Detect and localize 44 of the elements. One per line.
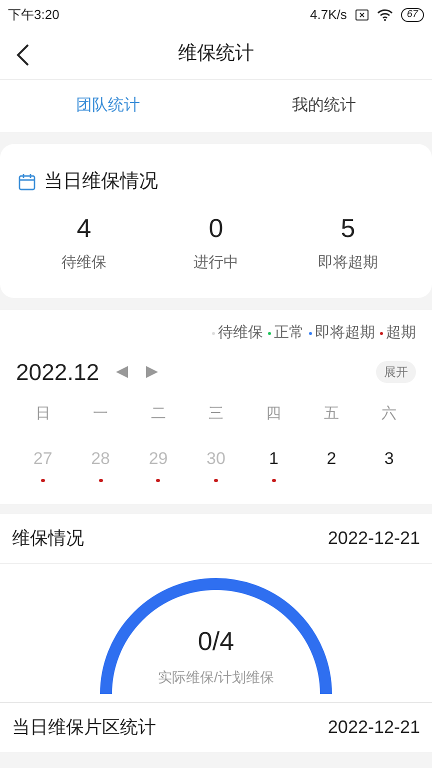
right-triangle-icon (145, 364, 160, 379)
stat-label: 即将超期 (318, 252, 378, 272)
month-label: 2022.12 (16, 358, 100, 386)
next-month-button[interactable] (145, 364, 160, 379)
back-button[interactable] (16, 43, 30, 67)
weekday-label: 一 (92, 404, 110, 424)
calendar-day[interactable]: 2 (326, 446, 336, 471)
weekday-label: 六 (380, 404, 398, 424)
wifi-icon (376, 9, 393, 21)
weekday-label: 日 (34, 404, 52, 424)
stat-value: 5 (340, 212, 356, 244)
stat-value: 0 (208, 212, 224, 244)
card-title: 当日维保情况 (44, 170, 158, 194)
section-date: 2022-12-21 (328, 716, 420, 738)
weekday-label: 二 (150, 404, 167, 424)
legend-label: 即将超期 (315, 323, 375, 343)
maintenance-ratio: 0/4 (198, 624, 234, 658)
calendar-day[interactable]: 1 (268, 446, 278, 471)
tab[interactable]: 团队统计 (0, 80, 216, 132)
tab[interactable]: 我的统计 (216, 80, 432, 132)
legend-label: 超期 (386, 323, 416, 343)
ratio-caption: 实际维保/计划维保 (158, 668, 274, 686)
status-time: 下午3:20 (8, 6, 60, 24)
stat-label: 待维保 (62, 252, 106, 272)
stat-label: 进行中 (194, 252, 238, 272)
expand-button[interactable]: 展开 (376, 360, 416, 383)
legend-label: 待维保 (218, 323, 263, 343)
previous-month-button[interactable] (115, 364, 130, 379)
calendar-icon (18, 173, 36, 192)
legend-label: 正常 (274, 323, 304, 343)
weekday-label: 四 (265, 404, 282, 424)
battery-level: 67 (400, 8, 424, 22)
left-triangle-icon (115, 364, 130, 379)
weekday-label: 五 (322, 404, 340, 424)
section-title: 当日维保片区统计 (12, 716, 156, 738)
section-date: 2022-12-21 (328, 526, 420, 550)
sim-icon (354, 9, 369, 21)
section-title: 维保情况 (12, 526, 84, 550)
network-speed: 4.7K/s (310, 6, 347, 24)
page-title: 维保统计 (178, 42, 254, 66)
weekday-label: 三 (207, 404, 224, 424)
stat-value: 4 (76, 212, 92, 244)
calendar-day[interactable]: 3 (384, 446, 394, 471)
back-icon (16, 43, 30, 67)
